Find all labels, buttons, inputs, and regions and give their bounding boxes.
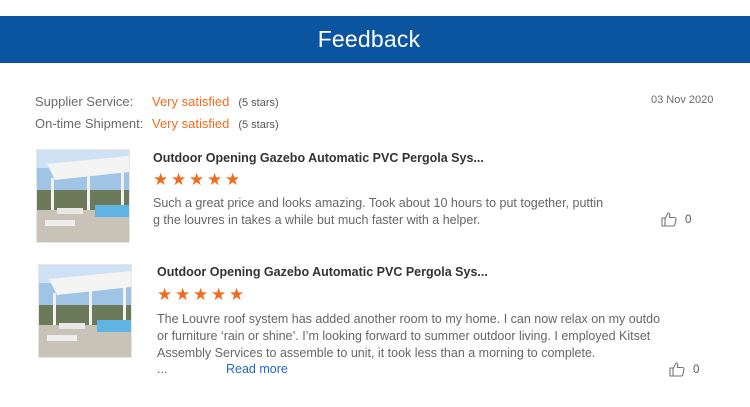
star-icon: ★ <box>157 285 173 305</box>
star-icon: ★ <box>175 285 191 305</box>
star-icon: ★ <box>207 170 223 190</box>
rating-stars-count: (5 stars) <box>238 97 279 109</box>
like-button[interactable]: 0 <box>669 362 699 377</box>
like-count: 0 <box>693 363 700 376</box>
star-icon: ★ <box>189 170 205 190</box>
review-text-line: The Louvre roof system has added another… <box>157 312 661 326</box>
rating-value: Very satisfied <box>152 116 230 131</box>
review-text-line: Assembly Services to assemble to unit, i… <box>157 346 596 360</box>
review-text: The Louvre roof system has added another… <box>157 311 660 362</box>
rating-label: On-time Shipment: <box>35 116 144 131</box>
star-icon: ★ <box>225 170 241 190</box>
ontime-shipment-rating: On-time Shipment: Very satisfied (5 star… <box>35 116 279 131</box>
product-image[interactable] <box>36 149 130 243</box>
like-button[interactable]: 0 <box>661 212 691 227</box>
review-text-line: or furniture ‘rain or shine’. I’m lookin… <box>157 329 651 343</box>
top-whitespace <box>0 0 750 16</box>
thumbs-up-icon <box>661 212 677 227</box>
review-text: Such a great price and looks amazing. To… <box>153 195 603 229</box>
review-stars: ★ ★ ★ ★ ★ <box>153 170 241 190</box>
review-ellipsis: ... <box>157 362 168 376</box>
star-icon: ★ <box>193 285 209 305</box>
thumbs-up-icon <box>669 362 685 377</box>
review-date: 03 Nov 2020 <box>651 94 714 106</box>
like-count: 0 <box>685 213 692 226</box>
read-more-link[interactable]: Read more <box>226 362 288 376</box>
rating-value: Very satisfied <box>152 94 230 109</box>
rating-stars-count: (5 stars) <box>238 119 279 131</box>
star-icon: ★ <box>229 285 245 305</box>
star-icon: ★ <box>211 285 227 305</box>
review-product-title[interactable]: Outdoor Opening Gazebo Automatic PVC Per… <box>153 151 484 165</box>
star-icon: ★ <box>153 170 169 190</box>
review-product-title[interactable]: Outdoor Opening Gazebo Automatic PVC Per… <box>157 265 488 279</box>
review-stars: ★ ★ ★ ★ ★ <box>157 285 245 305</box>
feedback-banner: Feedback <box>0 16 750 63</box>
star-icon: ★ <box>171 170 187 190</box>
supplier-service-rating: Supplier Service: Very satisfied (5 star… <box>35 94 279 109</box>
banner-title: Feedback <box>317 26 421 52</box>
review-text-line: g the louvres in takes a while but much … <box>153 213 481 227</box>
rating-label: Supplier Service: <box>35 94 134 109</box>
product-image[interactable] <box>38 264 132 358</box>
review-text-line: Such a great price and looks amazing. To… <box>153 196 604 210</box>
